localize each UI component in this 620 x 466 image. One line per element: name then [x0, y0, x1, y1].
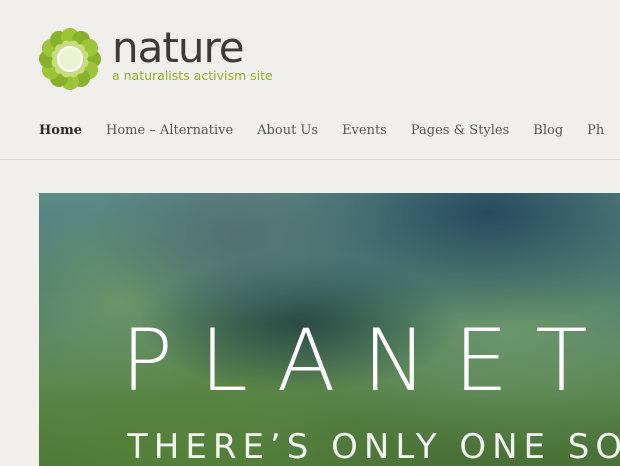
site-header: nature a naturalists activism site Home … [0, 0, 620, 160]
main-navigation: Home Home – Alternative About Us Events … [39, 122, 620, 140]
nav-item-ph[interactable]: Ph [587, 122, 604, 140]
nav-item-events[interactable]: Events [342, 122, 387, 140]
site-title[interactable]: nature [112, 22, 245, 74]
hero-subtitle: THERE’S ONLY ONE SO [127, 427, 620, 466]
nav-item-pages-styles[interactable]: Pages & Styles [411, 122, 509, 140]
hero-banner: PLANETE THERE’S ONLY ONE SO [39, 193, 620, 466]
nav-divider [0, 159, 620, 160]
site-tagline: a naturalists activism site [112, 68, 273, 83]
hero-title: PLANETE [121, 311, 620, 411]
flower-logo-icon[interactable] [38, 27, 102, 91]
nav-item-home[interactable]: Home [39, 122, 82, 140]
nav-item-about-us[interactable]: About Us [257, 122, 318, 140]
nav-item-home-alternative[interactable]: Home – Alternative [106, 122, 233, 140]
nav-item-blog[interactable]: Blog [533, 122, 563, 140]
